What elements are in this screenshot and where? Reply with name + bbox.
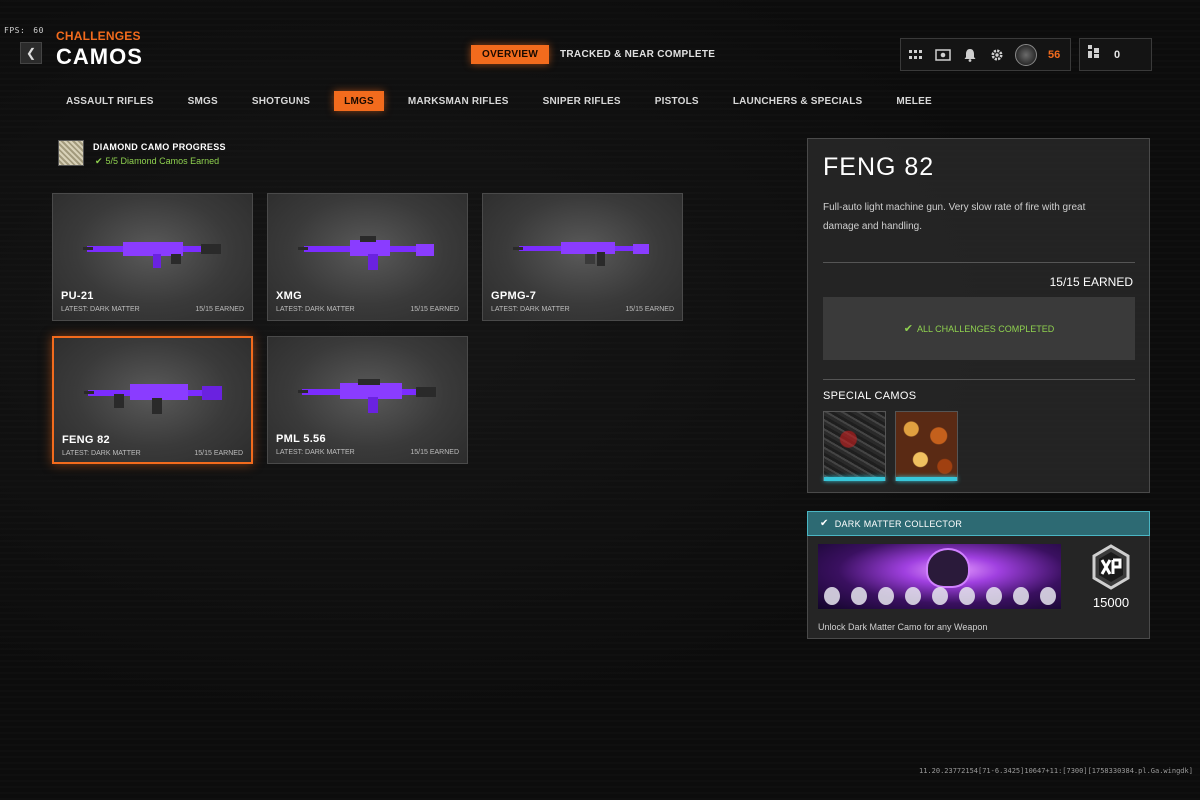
fps-counter: FPS: 60 — [4, 26, 44, 35]
friends-icon — [1088, 45, 1100, 64]
weapon-earned: 15/15 EARNED — [410, 306, 459, 313]
tab-assault-rifles[interactable]: ASSAULT RIFLES — [56, 91, 164, 111]
detail-weapon-name: FENG 82 — [823, 153, 935, 181]
reward-description: Unlock Dark Matter Camo for any Weapon — [818, 622, 988, 632]
weapon-image — [83, 242, 221, 268]
special-camo-2[interactable] — [895, 411, 958, 481]
challenges-complete-text: ALL CHALLENGES COMPLETED — [917, 323, 1055, 334]
diamond-progress-status: ✔ 5/5 Diamond Camos Earned — [95, 156, 219, 167]
checkmark-icon: ✔ — [903, 323, 913, 335]
weapon-image — [298, 379, 436, 413]
friends-count: 0 — [1114, 48, 1121, 61]
tab-sniper-rifles[interactable]: SNIPER RIFLES — [533, 91, 631, 111]
weapon-name: GPMG-7 — [491, 290, 537, 302]
diamond-progress-text: 5/5 Diamond Camos Earned — [105, 156, 220, 166]
grid-icon[interactable] — [907, 46, 925, 64]
back-chevron-icon: ❮ — [25, 46, 37, 60]
fps-value: 60 — [33, 26, 44, 35]
weapon-image — [513, 242, 649, 266]
weapon-detail-panel: FENG 82 Full-auto light machine gun. Ver… — [807, 138, 1150, 493]
tab-smgs[interactable]: SMGS — [178, 91, 228, 111]
weapon-earned: 15/15 EARNED — [625, 306, 674, 313]
menu-card-icon[interactable] — [934, 46, 952, 64]
tab-overview[interactable]: OVERVIEW — [471, 45, 550, 64]
weapon-card-pu-21[interactable]: PU-21 LATEST: DARK MATTER 15/15 EARNED — [52, 193, 253, 321]
weapon-earned: 15/15 EARNED — [410, 449, 459, 456]
reward-preview-image — [818, 544, 1061, 609]
back-button[interactable]: ❮ — [20, 42, 42, 64]
status-icon-bar: 56 — [900, 38, 1071, 71]
weapon-earned: 15/15 EARNED — [194, 450, 243, 457]
weapon-card-gpmg-7[interactable]: GPMG-7 LATEST: DARK MATTER 15/15 EARNED — [482, 193, 683, 321]
breadcrumb: CHALLENGES — [56, 29, 141, 43]
weapon-card-pml-556[interactable]: PML 5.56 LATEST: DARK MATTER 15/15 EARNE… — [267, 336, 468, 464]
weapon-name: XMG — [276, 290, 302, 302]
weapon-card-xmg[interactable]: XMG LATEST: DARK MATTER 15/15 EARNED — [267, 193, 468, 321]
divider — [823, 379, 1135, 380]
weapon-latest-camo: LATEST: DARK MATTER — [62, 450, 141, 457]
weapon-category-tabs: ASSAULT RIFLES SMGS SHOTGUNS LMGS MARKSM… — [56, 90, 942, 112]
reward-header[interactable]: ✔ DARK MATTER COLLECTOR — [807, 511, 1150, 536]
camo-complete-bar — [896, 477, 957, 481]
camo-complete-bar — [824, 477, 885, 481]
reward-card: 15000 Unlock Dark Matter Camo for any We… — [807, 536, 1150, 639]
reward-xp-value: 15000 — [1092, 595, 1130, 610]
divider — [823, 262, 1135, 263]
weapon-latest-camo: LATEST: DARK MATTER — [61, 306, 140, 313]
tab-tracked-near-complete[interactable]: TRACKED & NEAR COMPLETE — [549, 45, 726, 64]
skull-art — [926, 548, 970, 588]
friends-widget[interactable]: 0 — [1079, 38, 1152, 71]
rank-badge-icon[interactable] — [1015, 43, 1037, 66]
weapon-image — [84, 384, 222, 414]
weapon-name: PML 5.56 — [276, 433, 326, 445]
challenges-complete-box: ✔ ALL CHALLENGES COMPLETED — [823, 297, 1135, 360]
detail-earned-total: 15/15 EARNED — [1049, 275, 1133, 289]
special-camos-title: SPECIAL CAMOS — [823, 390, 917, 402]
tab-lmgs[interactable]: LMGS — [334, 91, 384, 111]
weapon-earned: 15/15 EARNED — [195, 306, 244, 313]
weapon-latest-camo: LATEST: DARK MATTER — [276, 449, 355, 456]
weapon-latest-camo: LATEST: DARK MATTER — [276, 306, 355, 313]
rank-level: 56 — [1048, 48, 1061, 61]
tab-marksman-rifles[interactable]: MARKSMAN RIFLES — [398, 91, 519, 111]
special-camo-1[interactable] — [823, 411, 886, 481]
checkmark-icon: ✔ — [820, 518, 829, 529]
bell-icon[interactable] — [961, 46, 979, 64]
gear-icon[interactable] — [988, 46, 1006, 64]
diamond-camo-thumbnail — [58, 140, 84, 166]
weapon-card-feng-82[interactable]: FENG 82 LATEST: DARK MATTER 15/15 EARNED — [52, 336, 253, 464]
xp-hexagon-icon — [1092, 544, 1130, 590]
weapon-image — [298, 236, 434, 270]
checkmark-icon: ✔ — [95, 156, 103, 166]
fps-label: FPS: — [4, 26, 26, 35]
build-version-string: 11.20.23772154[71-6.3425]10647+11:[7300]… — [919, 767, 1193, 775]
tab-pistols[interactable]: PISTOLS — [645, 91, 709, 111]
tab-shotguns[interactable]: SHOTGUNS — [242, 91, 320, 111]
diamond-progress-title: DIAMOND CAMO PROGRESS — [93, 142, 226, 152]
reward-title: DARK MATTER COLLECTOR — [834, 518, 963, 529]
weapon-name: FENG 82 — [62, 434, 110, 446]
weapon-latest-camo: LATEST: DARK MATTER — [491, 306, 570, 313]
page-title: CAMOS — [56, 44, 143, 69]
detail-description: Full-auto light machine gun. Very slow r… — [823, 202, 1086, 232]
tab-launchers-specials[interactable]: LAUNCHERS & SPECIALS — [723, 91, 873, 111]
weapon-name: PU-21 — [61, 290, 94, 302]
tab-melee[interactable]: MELEE — [886, 91, 941, 111]
